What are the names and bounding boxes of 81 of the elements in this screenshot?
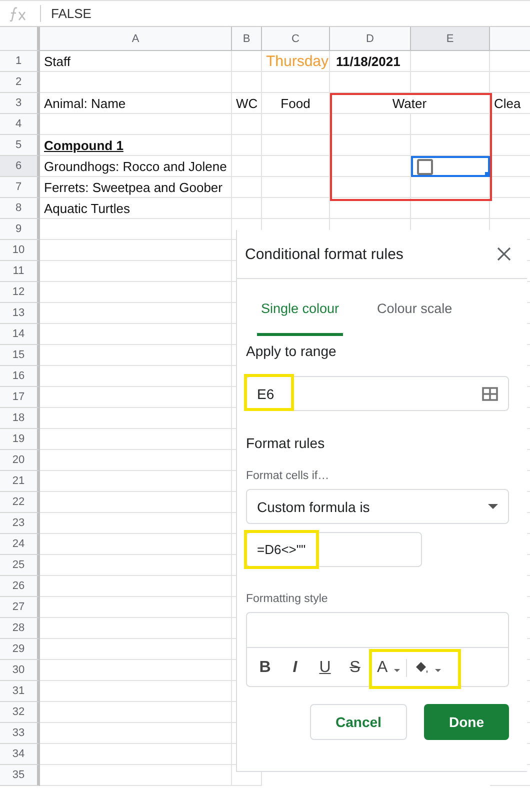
formula-field[interactable]: =D6<>"" xyxy=(246,532,422,567)
condition-dropdown[interactable]: Custom formula is xyxy=(246,489,509,524)
column-header[interactable]: C xyxy=(262,27,330,51)
row-number[interactable]: 10 xyxy=(0,240,40,261)
row-number[interactable]: 18 xyxy=(0,408,40,429)
formula-value[interactable]: FALSE xyxy=(51,6,92,21)
table-cell[interactable]: WC xyxy=(232,93,262,114)
select-all-corner[interactable] xyxy=(0,27,40,51)
table-cell[interactable]: Aquatic Turtles xyxy=(40,198,232,219)
section-label: Apply to range xyxy=(246,343,338,359)
section-label: Format rules xyxy=(246,435,326,451)
table-cell[interactable]: Staff xyxy=(40,51,232,72)
format-button[interactable]: U xyxy=(313,654,337,680)
table-cell[interactable]: Food xyxy=(262,93,330,114)
table-cell[interactable]: Ferrets: Sweetpea and Goober xyxy=(40,177,232,198)
row-number[interactable]: 13 xyxy=(0,303,40,324)
row-number[interactable]: 7 xyxy=(0,177,40,198)
row-number[interactable]: 11 xyxy=(0,261,40,282)
row-number[interactable]: 24 xyxy=(0,534,40,555)
row-number[interactable]: 35 xyxy=(0,765,40,786)
row-number[interactable]: 5 xyxy=(0,135,40,156)
row-number[interactable]: 21 xyxy=(0,471,40,492)
cancel-button[interactable]: Cancel xyxy=(310,704,407,740)
row-number[interactable]: 20 xyxy=(0,450,40,471)
range-field[interactable]: E6 xyxy=(246,376,509,411)
format-button[interactable]: S xyxy=(343,654,367,680)
row-number[interactable]: 23 xyxy=(0,513,40,534)
grid-icon[interactable] xyxy=(482,386,498,400)
field-value: =D6<>"" xyxy=(257,542,306,557)
done-button[interactable]: Done xyxy=(424,704,509,740)
row-number[interactable]: 29 xyxy=(0,639,40,660)
panel-title: Conditional format rules xyxy=(245,246,404,262)
row-number[interactable]: 19 xyxy=(0,429,40,450)
row-number[interactable]: 4 xyxy=(0,114,40,135)
column-header[interactable]: D xyxy=(330,27,411,51)
table-cell[interactable]: Animal: Name xyxy=(40,93,232,114)
caret-icon xyxy=(434,669,441,672)
function-icon xyxy=(8,6,28,22)
row-number[interactable]: 15 xyxy=(0,345,40,366)
table-cell[interactable]: Clea xyxy=(490,93,530,114)
row-number[interactable]: 28 xyxy=(0,618,40,639)
field-label: Format cells if… xyxy=(246,470,330,482)
row-number[interactable]: 33 xyxy=(0,723,40,744)
row-number[interactable]: 16 xyxy=(0,366,40,387)
row-number[interactable]: 32 xyxy=(0,702,40,723)
text-colour-button[interactable]: A xyxy=(377,654,400,680)
table-cell[interactable]: Compound 1 xyxy=(40,135,232,156)
tab[interactable]: Single colour xyxy=(257,289,344,336)
field-label: Formatting style xyxy=(246,593,329,605)
table-cell[interactable] xyxy=(411,156,490,177)
row-number[interactable]: 30 xyxy=(0,660,40,681)
field-value: E6 xyxy=(257,386,274,402)
row-number[interactable]: 6 xyxy=(0,156,40,177)
row-number[interactable]: 31 xyxy=(0,681,40,702)
row-number[interactable]: 3 xyxy=(0,93,40,114)
row-number[interactable]: 26 xyxy=(0,576,40,597)
column-header[interactable]: A xyxy=(40,27,232,51)
column-header[interactable]: E xyxy=(411,27,490,51)
row-number[interactable]: 12 xyxy=(0,282,40,303)
row-number[interactable]: 17 xyxy=(0,387,40,408)
field-value: Custom formula is xyxy=(257,498,370,514)
row-number[interactable]: 34 xyxy=(0,744,40,765)
table-cell[interactable]: Water xyxy=(330,93,490,114)
tab[interactable]: Colour scale xyxy=(373,289,456,336)
row-number[interactable]: 25 xyxy=(0,555,40,576)
row-number[interactable]: 2 xyxy=(0,72,40,93)
row-number[interactable]: 8 xyxy=(0,198,40,219)
caret-icon xyxy=(488,504,498,509)
column-header[interactable]: B xyxy=(232,27,262,51)
table-cell[interactable]: Groundhogs: Rocco and Jolene xyxy=(40,156,232,177)
row-number[interactable]: 22 xyxy=(0,492,40,513)
row-number[interactable]: 1 xyxy=(0,51,40,72)
row-number[interactable]: 9 xyxy=(0,219,40,240)
format-button[interactable]: B xyxy=(253,654,277,680)
caret-icon xyxy=(394,669,400,672)
checkbox[interactable] xyxy=(417,158,433,174)
table-cell[interactable]: 11/18/2021 xyxy=(330,51,411,72)
close-icon[interactable] xyxy=(497,247,511,261)
row-number[interactable]: 27 xyxy=(0,597,40,618)
format-button[interactable]: I xyxy=(283,654,307,680)
row-number[interactable]: 14 xyxy=(0,324,40,345)
